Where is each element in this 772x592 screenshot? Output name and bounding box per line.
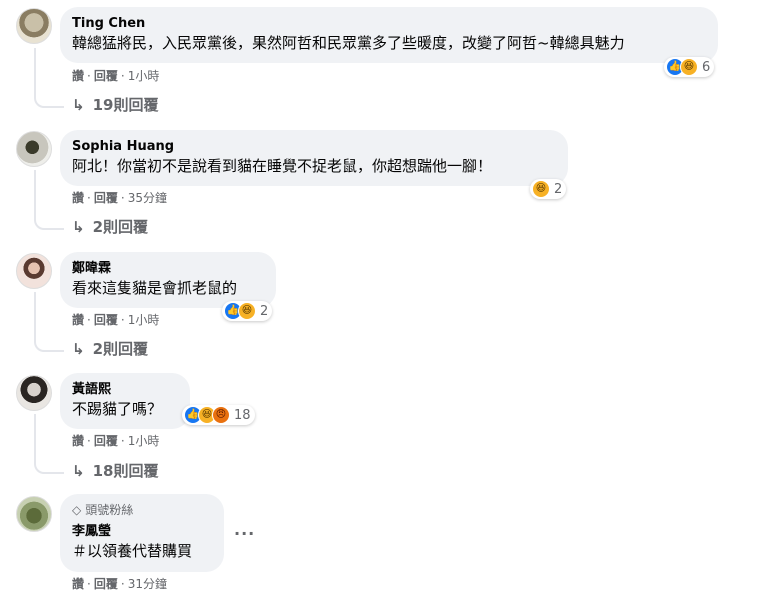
- comment-actions: 讚 · 回覆 · 35分鐘: [72, 190, 167, 206]
- replies-count: 18則回覆: [92, 462, 159, 480]
- reply-arrow-icon: ↳: [72, 340, 85, 358]
- avatar[interactable]: [16, 496, 52, 532]
- avatar[interactable]: [16, 375, 52, 411]
- view-replies-link[interactable]: ↳ 18則回覆: [72, 461, 158, 481]
- comment-actions: 讚 · 回覆 · 1小時: [72, 312, 160, 328]
- reaction-count: 6: [702, 59, 711, 75]
- avatar[interactable]: [16, 131, 52, 167]
- comment-actions: 讚 · 回覆 · 1小時: [72, 68, 160, 84]
- reaction-count: 2: [554, 181, 563, 197]
- replies-count: 19則回覆: [92, 96, 159, 114]
- thread-hook: [34, 460, 64, 474]
- thread-line: [34, 414, 36, 460]
- comment-time[interactable]: 1小時: [128, 312, 160, 328]
- like-link[interactable]: 讚: [72, 68, 84, 84]
- view-replies-link[interactable]: ↳ 2則回覆: [72, 217, 148, 237]
- badge-label: 頭號粉絲: [85, 503, 134, 517]
- comment-author[interactable]: 李鳳瑩: [72, 523, 212, 540]
- comment-time[interactable]: 35分鐘: [128, 190, 167, 206]
- angry-reaction-icon: 😠: [212, 406, 230, 424]
- like-link[interactable]: 讚: [72, 190, 84, 206]
- comment-bubble: 鄭暐霖 看來這隻貓是會抓老鼠的: [60, 252, 276, 308]
- reply-link[interactable]: 回覆: [94, 433, 118, 449]
- diamond-icon: ◇: [72, 503, 82, 517]
- thread-hook: [34, 216, 64, 230]
- haha-reaction-icon: 😆: [238, 302, 256, 320]
- avatar[interactable]: [16, 8, 52, 44]
- like-link[interactable]: 讚: [72, 312, 84, 328]
- reactions-summary[interactable]: 👍 😆 😠 18: [182, 405, 255, 425]
- reaction-count: 2: [260, 303, 269, 319]
- reactions-summary[interactable]: 😆 2: [530, 179, 567, 199]
- comment-bubble: 黃語熙 不踢貓了嗎？: [60, 373, 190, 429]
- reactions-summary[interactable]: 👍 😆 6: [664, 57, 715, 77]
- comment-bubble: Ting Chen 韓總猛將民，入民眾黨後，果然阿哲和民眾黨多了些暖度，改變了阿…: [60, 7, 718, 63]
- haha-reaction-icon: 😆: [680, 58, 698, 76]
- comment-author[interactable]: Ting Chen: [72, 15, 706, 32]
- thread-line: [34, 170, 36, 216]
- more-options-icon[interactable]: ···: [234, 524, 255, 543]
- reply-link[interactable]: 回覆: [94, 190, 118, 206]
- comment-author[interactable]: Sophia Huang: [72, 138, 556, 155]
- haha-reaction-icon: 😆: [532, 180, 550, 198]
- comment-time[interactable]: 1小時: [128, 68, 160, 84]
- top-fan-badge[interactable]: ◇ 頭號粉絲: [72, 502, 212, 518]
- comment-text: 看來這隻貓是會抓老鼠的: [72, 279, 238, 297]
- comment-author[interactable]: 黃語熙: [72, 381, 178, 398]
- thread-line: [34, 48, 36, 94]
- comment-author[interactable]: 鄭暐霖: [72, 260, 264, 277]
- view-replies-link[interactable]: ↳ 2則回覆: [72, 339, 148, 359]
- reply-link[interactable]: 回覆: [94, 68, 118, 84]
- reply-link[interactable]: 回覆: [94, 312, 118, 328]
- replies-count: 2則回覆: [92, 218, 149, 236]
- thread-hook: [34, 338, 64, 352]
- comment-text: ＃以領養代替購買: [72, 542, 193, 560]
- avatar[interactable]: [16, 253, 52, 289]
- reactions-summary[interactable]: 👍 😆 2: [222, 301, 273, 321]
- reply-arrow-icon: ↳: [72, 218, 85, 236]
- thread-hook: [34, 94, 64, 108]
- reply-arrow-icon: ↳: [72, 96, 85, 114]
- comment-bubble: Sophia Huang 阿北！你當初不是說看到貓在睡覺不捉老鼠，你超想踹他一腳…: [60, 130, 568, 186]
- replies-count: 2則回覆: [92, 340, 149, 358]
- reply-arrow-icon: ↳: [72, 462, 85, 480]
- comment-actions: 讚 · 回覆 · 1小時: [72, 433, 160, 449]
- comment-text: 阿北！你當初不是說看到貓在睡覺不捉老鼠，你超想踹他一腳！: [72, 157, 493, 175]
- comment-time[interactable]: 1小時: [128, 433, 160, 449]
- comment-bubble: ◇ 頭號粉絲 李鳳瑩 ＃以領養代替購買: [60, 494, 224, 572]
- view-replies-link[interactable]: ↳ 19則回覆: [72, 95, 158, 115]
- comment-text: 不踢貓了嗎？: [72, 400, 163, 418]
- reaction-count: 18: [234, 407, 251, 423]
- thread-line: [34, 292, 36, 338]
- like-link[interactable]: 讚: [72, 433, 84, 449]
- comment-text: 韓總猛將民，入民眾黨後，果然阿哲和民眾黨多了些暖度，改變了阿哲~韓總具魅力: [72, 34, 625, 52]
